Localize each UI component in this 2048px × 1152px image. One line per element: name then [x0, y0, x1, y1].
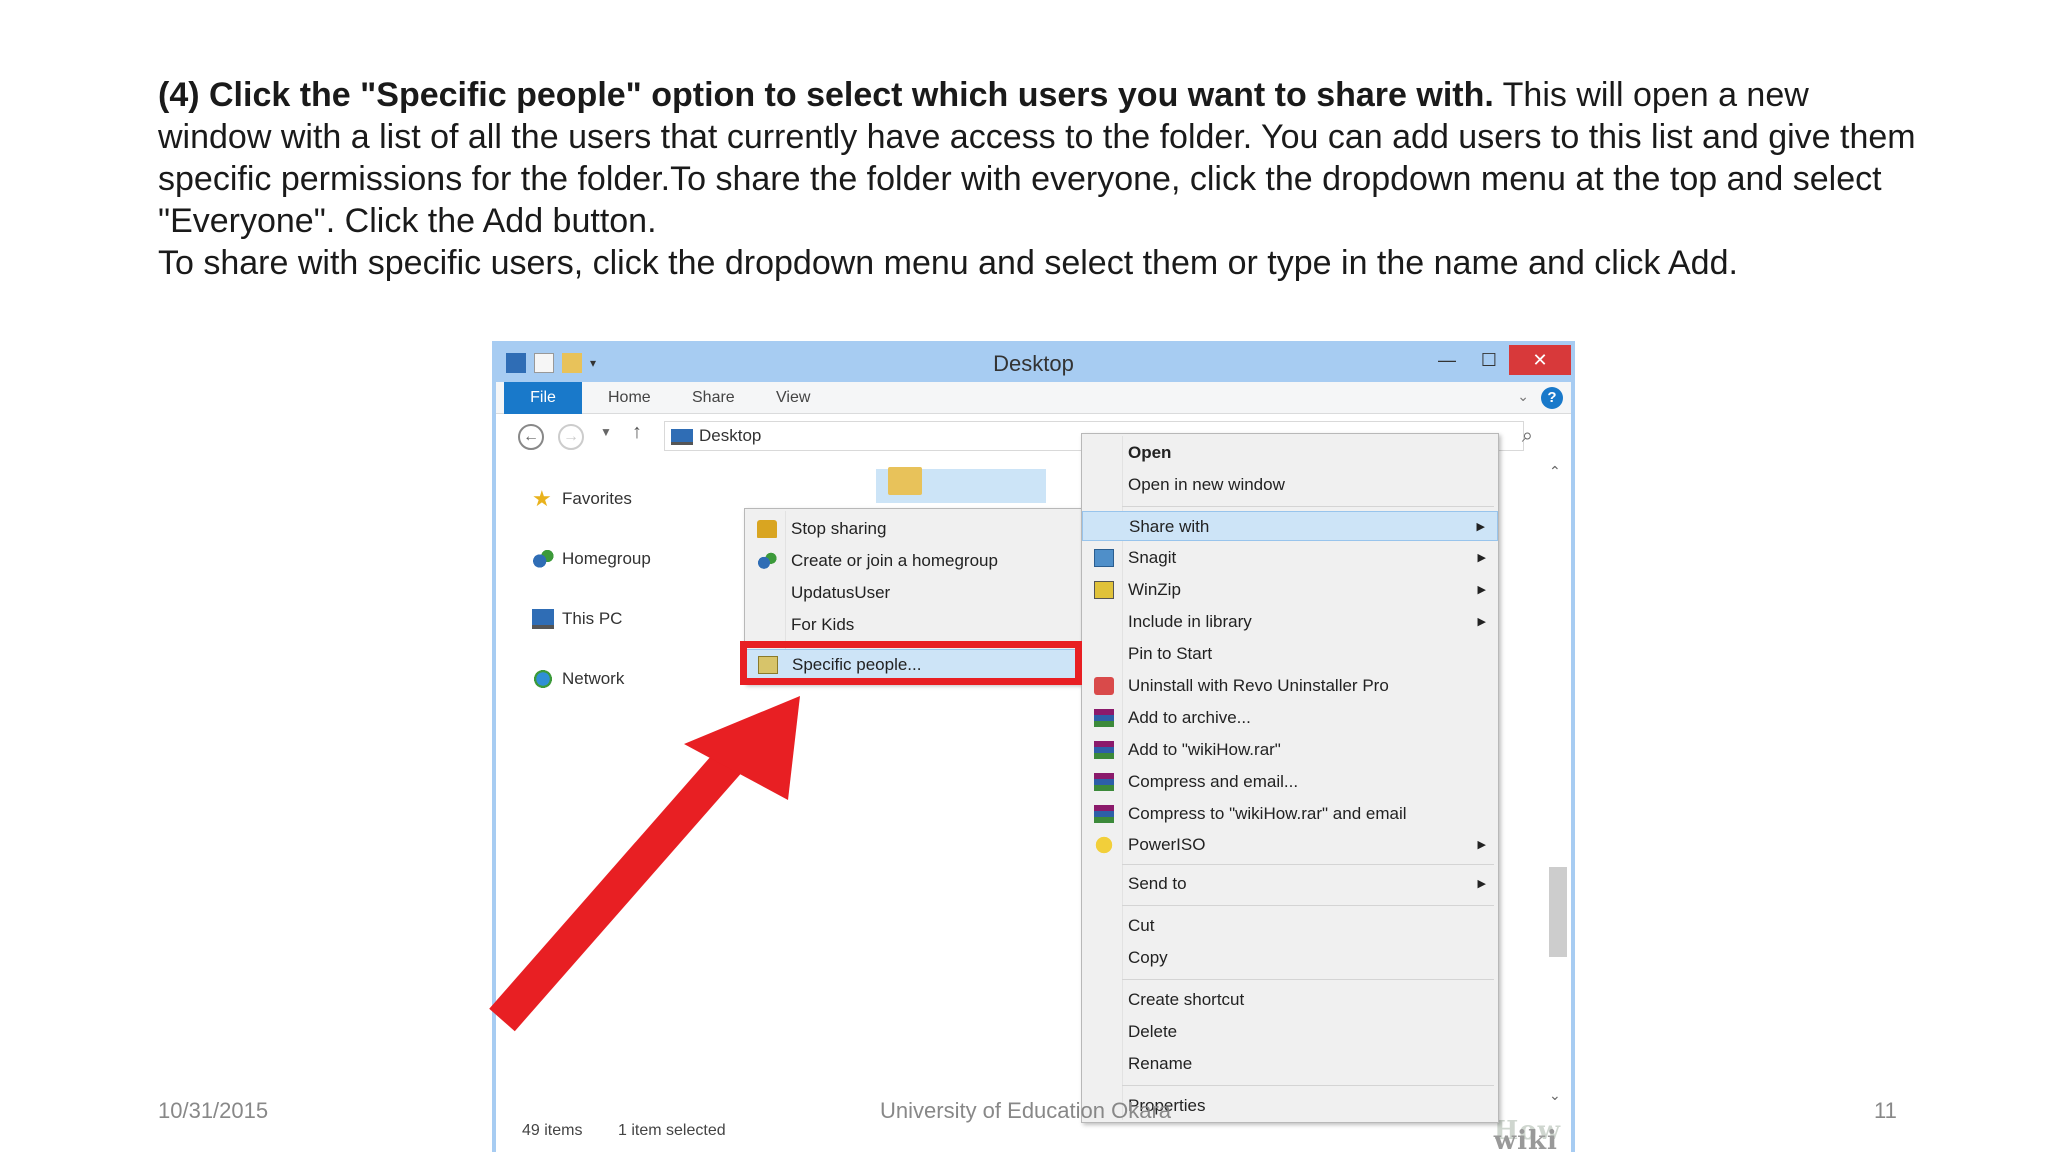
recent-locations-icon[interactable]: ▼ — [600, 425, 612, 439]
winrar-icon — [1094, 773, 1114, 791]
winrar-icon — [1094, 805, 1114, 823]
up-button[interactable]: ↑ — [632, 421, 642, 444]
menu-send-to[interactable]: Send to ▶ — [1082, 869, 1498, 899]
menu-share-with[interactable]: Share with ▶ — [1082, 511, 1498, 541]
menu-copy[interactable]: Copy — [1082, 943, 1498, 973]
status-selected: 1 item selected — [618, 1122, 726, 1139]
menu-revo[interactable]: Uninstall with Revo Uninstaller Pro — [1082, 671, 1498, 701]
menu-compress-email[interactable]: Compress and email... — [1082, 767, 1498, 797]
menu-rename[interactable]: Rename — [1082, 1049, 1498, 1079]
scroll-up-icon[interactable]: ⌃ — [1549, 463, 1561, 480]
winzip-icon — [1094, 581, 1114, 599]
nav-favorites-label: Favorites — [562, 489, 632, 508]
menu-add-rar[interactable]: Add to "wikiHow.rar" — [1082, 735, 1498, 765]
title-bar: ▾ Desktop — ☐ ✕ — [496, 345, 1571, 382]
winrar-icon — [1094, 741, 1114, 759]
homegroup-icon — [757, 552, 777, 570]
menu-cut[interactable]: Cut — [1082, 911, 1498, 941]
scroll-thumb[interactable] — [1549, 867, 1567, 957]
expand-ribbon-icon[interactable]: ⌄ — [1517, 388, 1529, 405]
submenu-arrow-icon: ▶ — [1477, 839, 1486, 851]
menu-include-library[interactable]: Include in library ▶ — [1082, 607, 1498, 637]
instruction-line2: To share with specific users, click the … — [158, 244, 1738, 282]
minimize-button[interactable]: — — [1427, 345, 1467, 375]
help-icon[interactable]: ? — [1541, 387, 1563, 409]
winrar-icon — [1094, 709, 1114, 727]
menu-poweriso[interactable]: PowerISO ▶ — [1082, 830, 1498, 860]
desktop-icon — [671, 429, 693, 445]
menu-user-for-kids[interactable]: For Kids — [745, 610, 1081, 640]
slide-instruction: (4) Click the "Specific people" option t… — [158, 74, 1918, 284]
menu-delete[interactable]: Delete — [1082, 1017, 1498, 1047]
address-text: Desktop — [699, 426, 762, 445]
status-item-count: 49 items — [522, 1122, 583, 1139]
menu-stop-sharing[interactable]: Stop sharing — [745, 514, 1081, 544]
submenu-arrow-icon: ▶ — [1477, 616, 1486, 628]
menu-pin-start[interactable]: Pin to Start — [1082, 639, 1498, 669]
menu-snagit[interactable]: Snagit ▶ — [1082, 543, 1498, 573]
menu-create-homegroup[interactable]: Create or join a homegroup — [745, 546, 1081, 576]
revo-icon — [1094, 677, 1114, 695]
folder-icon — [888, 467, 922, 495]
nav-favorites[interactable]: ★ Favorites — [532, 486, 632, 511]
maximize-button[interactable]: ☐ — [1469, 345, 1509, 375]
close-button[interactable]: ✕ — [1509, 345, 1571, 375]
submenu-arrow-icon: ▶ — [1477, 584, 1486, 596]
vertical-scrollbar[interactable]: ⌃ ⌄ — [1545, 457, 1569, 1112]
snagit-icon — [1094, 549, 1114, 567]
back-button[interactable]: ← — [518, 424, 544, 450]
nav-homegroup[interactable]: Homegroup — [532, 549, 651, 569]
homegroup-icon — [532, 549, 554, 569]
ribbon-tabs: File Home Share View ⌄ ? — [496, 382, 1571, 414]
footer-page-number: 11 — [1874, 1098, 1897, 1123]
submenu-arrow-icon: ▶ — [1477, 878, 1486, 890]
footer-institution: University of Education Okara — [880, 1098, 1172, 1123]
wikihow-watermark: wiki How — [1493, 1116, 1561, 1152]
nav-homegroup-label: Homegroup — [562, 549, 651, 568]
tab-share[interactable]: Share — [692, 382, 735, 414]
menu-winzip[interactable]: WinZip ▶ — [1082, 575, 1498, 605]
menu-user-updatus[interactable]: UpdatusUser — [745, 578, 1081, 608]
menu-open-new-window[interactable]: Open in new window — [1082, 470, 1498, 500]
search-icon[interactable]: ⌕ — [1522, 425, 1533, 448]
context-menu: Open Open in new window Share with ▶ Snag… — [1081, 433, 1499, 1123]
star-icon: ★ — [532, 486, 552, 511]
nav-this-pc[interactable]: This PC — [532, 609, 622, 629]
submenu-arrow-icon: ▶ — [1476, 521, 1485, 533]
menu-open[interactable]: Open — [1082, 438, 1498, 468]
window-title: Desktop — [993, 351, 1074, 376]
highlight-box — [740, 641, 1082, 685]
menu-compress-rar-email[interactable]: Compress to "wikiHow.rar" and email — [1082, 799, 1498, 829]
instruction-bold: (4) Click the "Specific people" option t… — [158, 76, 1494, 114]
tab-view[interactable]: View — [776, 382, 810, 414]
nav-this-pc-label: This PC — [562, 609, 623, 628]
tab-home[interactable]: Home — [608, 382, 651, 414]
poweriso-icon — [1094, 836, 1114, 854]
footer-date: 10/31/2015 — [158, 1098, 269, 1123]
menu-create-shortcut[interactable]: Create shortcut — [1082, 985, 1498, 1015]
computer-icon — [532, 609, 554, 629]
pointer-arrow-icon — [489, 696, 800, 1032]
submenu-arrow-icon: ▶ — [1477, 552, 1486, 564]
menu-add-archive[interactable]: Add to archive... — [1082, 703, 1498, 733]
lock-icon — [757, 520, 777, 538]
scroll-down-icon[interactable]: ⌄ — [1549, 1087, 1561, 1104]
forward-button[interactable]: → — [558, 424, 584, 450]
tab-file[interactable]: File — [504, 382, 582, 414]
